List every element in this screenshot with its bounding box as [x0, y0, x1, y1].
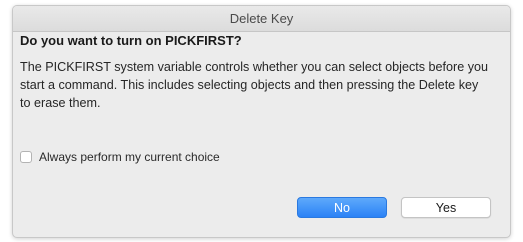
always-perform-checkbox[interactable] — [20, 151, 32, 163]
dialog-heading: Do you want to turn on PICKFIRST? — [20, 33, 242, 48]
dialog-message: The PICKFIRST system variable controls w… — [20, 60, 489, 110]
dialog-titlebar[interactable]: Delete Key — [13, 6, 510, 32]
no-button[interactable]: No — [297, 197, 387, 218]
always-perform-checkbox-label[interactable]: Always perform my current choice — [39, 150, 220, 164]
yes-button[interactable]: Yes — [401, 197, 491, 218]
dialog-title: Delete Key — [229, 11, 294, 26]
always-perform-choice-option[interactable]: Always perform my current choice — [20, 150, 220, 164]
